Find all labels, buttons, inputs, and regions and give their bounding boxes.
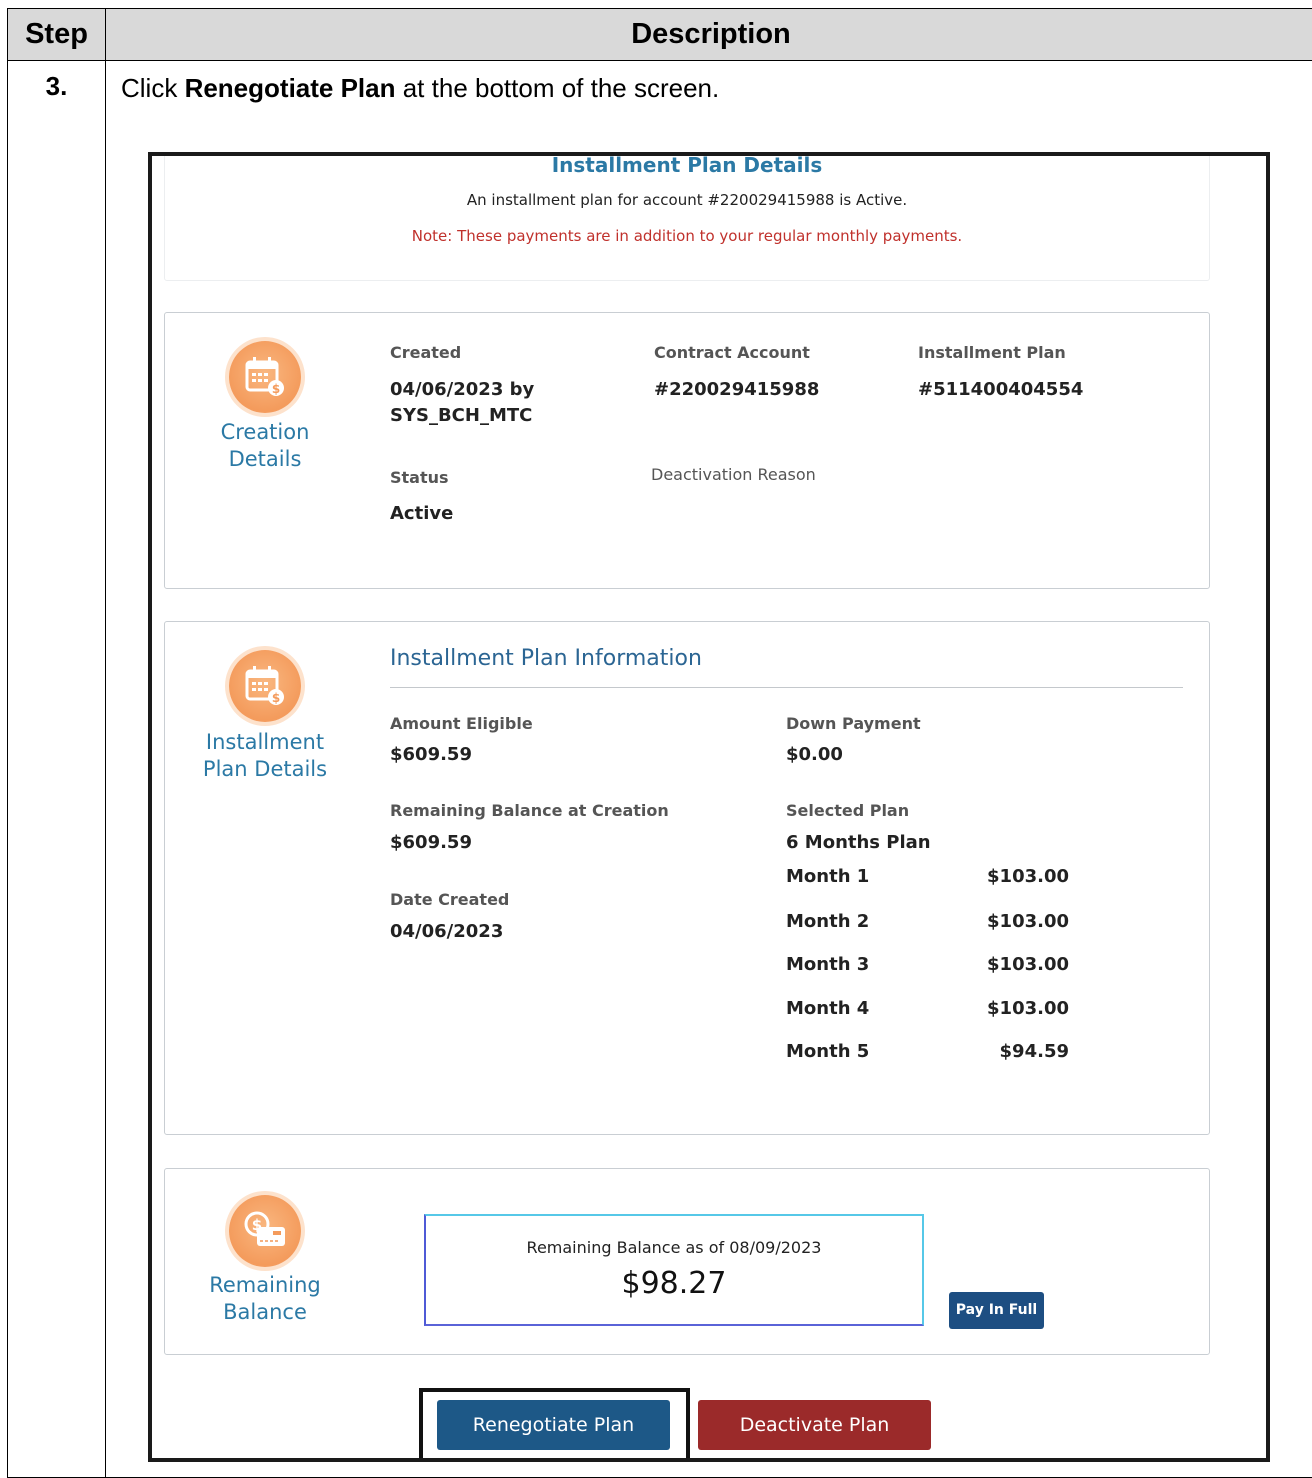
creation-details-card: $ Creation Details Created 04/06/2023 by…: [164, 312, 1210, 589]
calendar-icon: $: [229, 650, 301, 722]
column-divider: [105, 9, 106, 1477]
month-amount: $103.00: [987, 911, 1069, 932]
deactivation-reason-label: Deactivation Reason: [651, 465, 816, 484]
header-description: Description: [631, 18, 791, 50]
month-label: Month 2: [786, 911, 870, 932]
remaining-balance-creation-value: $609.59: [390, 832, 472, 853]
month-amount: $103.00: [987, 954, 1069, 975]
remaining-balance-box: Remaining Balance as of 08/09/2023 $98.2…: [424, 1214, 924, 1326]
created-value-line1: 04/06/2023 by: [390, 379, 535, 400]
page-title: Installment Plan Details: [551, 153, 823, 177]
plan-status-text: An installment plan for account #2200294…: [466, 191, 908, 209]
month-label: Month 5: [786, 1041, 870, 1062]
deactivate-plan-button[interactable]: Deactivate Plan: [698, 1400, 931, 1450]
renegotiate-plan-button[interactable]: Renegotiate Plan: [437, 1400, 670, 1450]
instruction-prefix: Click: [121, 73, 185, 103]
svg-text:$: $: [272, 691, 280, 705]
remaining-balance-amount: $98.27: [621, 1266, 727, 1301]
month-amount: $94.59: [999, 1041, 1069, 1062]
screenshot-frame: Installment Plan Details An installment …: [148, 152, 1270, 1462]
selected-plan-value: 6 Months Plan: [786, 832, 931, 853]
created-value-line2: SYS_BCH_MTC: [390, 405, 533, 426]
section-divider: [390, 687, 1183, 688]
svg-text:$: $: [272, 382, 280, 396]
payment-note: Note: These payments are in addition to …: [411, 227, 963, 245]
contract-account-label: Contract Account: [654, 343, 810, 362]
instruction-text: Click Renegotiate Plan at the bottom of …: [121, 73, 719, 104]
status-value: Active: [390, 503, 454, 524]
remaining-balance-creation-label: Remaining Balance at Creation: [390, 801, 669, 820]
month-amount: $103.00: [987, 998, 1069, 1019]
date-created-value: 04/06/2023: [390, 921, 504, 942]
step-number: 3.: [45, 71, 68, 101]
pay-in-full-button[interactable]: Pay In Full: [949, 1292, 1044, 1329]
plan-header-card: Installment Plan Details An installment …: [164, 153, 1210, 281]
month-label: Month 4: [786, 998, 870, 1019]
down-payment-label: Down Payment: [786, 714, 921, 733]
contract-account-value: #220029415988: [654, 379, 820, 400]
selected-plan-label: Selected Plan: [786, 801, 910, 820]
remaining-balance-as-of: Remaining Balance as of 08/09/2023: [526, 1238, 822, 1257]
created-label: Created: [390, 343, 462, 362]
installment-plan-details-label: Installment Plan Details: [202, 730, 328, 781]
month-label: Month 1: [786, 866, 870, 887]
month-label: Month 3: [786, 954, 870, 975]
section-title: Installment Plan Information: [390, 646, 702, 671]
instruction-suffix: at the bottom of the screen.: [395, 73, 720, 103]
header-step: Step: [25, 18, 88, 50]
instruction-bold: Renegotiate Plan: [184, 73, 396, 103]
creation-details-label: Creation Details: [220, 420, 310, 471]
date-created-label: Date Created: [390, 890, 510, 909]
calendar-icon: $: [229, 341, 301, 413]
payment-card-icon: $: [229, 1195, 301, 1267]
amount-eligible-label: Amount Eligible: [390, 714, 533, 733]
remaining-balance-label: Remaining Balance: [209, 1273, 321, 1324]
month-amount: $103.00: [987, 866, 1069, 887]
status-label: Status: [390, 468, 449, 487]
installment-plan-value: #511400404554: [918, 379, 1084, 400]
installment-info-card: $ Installment Plan Details Installment P…: [164, 621, 1210, 1135]
installment-plan-label: Installment Plan: [918, 343, 1066, 362]
amount-eligible-value: $609.59: [390, 744, 472, 765]
down-payment-value: $0.00: [786, 744, 843, 765]
